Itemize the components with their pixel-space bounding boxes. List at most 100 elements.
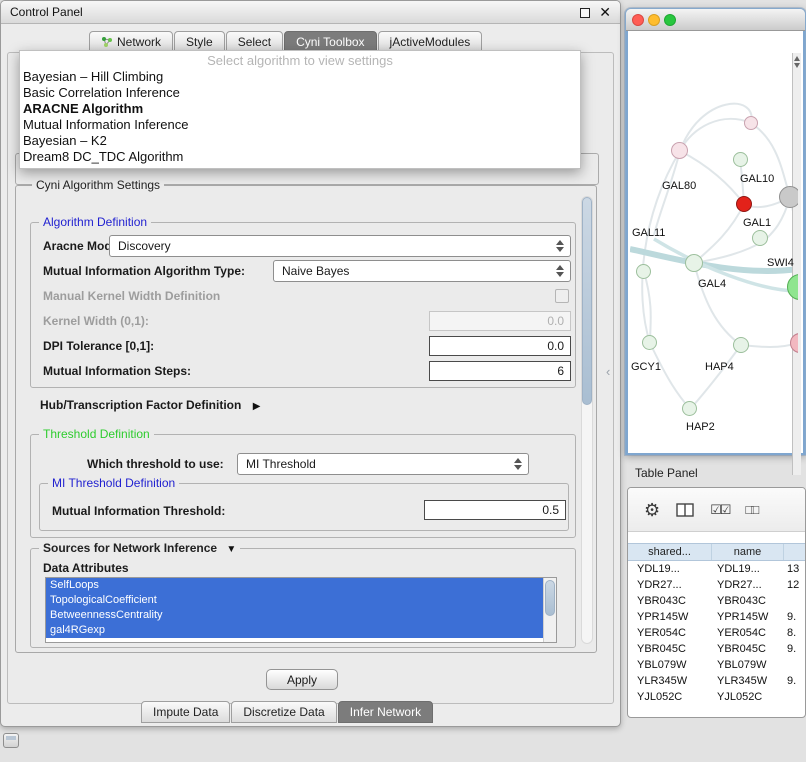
hub-definition-toggle[interactable]: Hub/Transcription Factor Definition ▶ [40, 398, 260, 412]
close-panel-icon[interactable]: ✕ [599, 4, 611, 20]
attribute-item[interactable]: BetweennessCentrality [46, 608, 544, 623]
algorithm-option[interactable]: Bayesian – Hill Climbing [20, 69, 580, 85]
apply-button[interactable]: Apply [266, 669, 338, 690]
list-scrollbar[interactable] [543, 578, 556, 642]
algorithm-option[interactable]: Dream8 DC_TDC Algorithm [20, 149, 580, 165]
table-row[interactable]: YBR043C YBR043C [628, 593, 805, 609]
mi-type-select[interactable]: Naive Bayes [273, 260, 571, 282]
selected-value: Discovery [118, 239, 171, 253]
tab-discretize-data[interactable]: Discretize Data [231, 701, 336, 723]
table-row[interactable]: YLR345W YLR345W 9. [628, 673, 805, 689]
network-node[interactable] [636, 264, 651, 279]
minimized-panel-icon[interactable] [3, 733, 19, 748]
mi-threshold-field[interactable]: 0.5 [424, 500, 566, 520]
dpi-tolerance-field[interactable]: 0.0 [429, 336, 571, 356]
cell: YBR043C [628, 595, 712, 607]
algorithm-option[interactable]: Mutual Information Inference [20, 117, 580, 133]
tab-label: Style [186, 32, 213, 52]
spinner-arrows-icon [554, 236, 566, 256]
algorithm-option[interactable]: Bayesian – K2 [20, 133, 580, 149]
column-header-shared-name[interactable]: shared... [628, 544, 712, 560]
tab-label: Cyni Toolbox [296, 32, 364, 52]
node-label: GAL4 [698, 278, 726, 290]
minimize-window-icon[interactable] [648, 14, 660, 26]
cell: YBR045C [628, 643, 712, 655]
gear-icon[interactable]: ⚙ [644, 501, 660, 519]
node-label: GAL80 [662, 180, 696, 192]
attribute-item[interactable]: gal4RGexp [46, 623, 544, 638]
scroll-down-icon[interactable] [794, 63, 800, 68]
control-panel-titlebar: Control Panel ✕ [1, 1, 620, 24]
column-header-name[interactable]: name [712, 544, 784, 560]
scrollbar-thumb[interactable] [582, 197, 592, 405]
settings-scrollbar[interactable] [581, 196, 593, 644]
table-toolbar: ⚙ ☑☑ □□ [628, 488, 805, 532]
aracne-mode-select[interactable]: Discovery [109, 235, 571, 257]
table-row[interactable]: YDR27... YDR27... 12 [628, 577, 805, 593]
sources-title: Sources for Network Inference [43, 541, 217, 555]
cell: 12 [784, 579, 805, 591]
cell: 9. [784, 643, 805, 655]
select-all-icon[interactable]: ☑☑ [710, 502, 729, 518]
table-row[interactable]: YBR045C YBR045C 9. [628, 641, 805, 657]
node-label: HAP4 [705, 361, 734, 373]
close-window-icon[interactable] [632, 14, 644, 26]
table-row[interactable]: YDL19... YDL19... 13 [628, 561, 805, 577]
algorithm-option[interactable]: Basic Correlation Inference [20, 85, 580, 101]
sources-toggle[interactable]: Sources for Network Inference ▼ [39, 541, 240, 555]
network-node-hap4[interactable] [733, 337, 749, 353]
data-attributes-label: Data Attributes [43, 561, 129, 575]
data-attributes-list: SelfLoops TopologicalCoefficient Between… [45, 577, 557, 643]
show-columns-icon[interactable] [676, 503, 694, 517]
field-value: 0.0 [547, 314, 564, 328]
algorithm-option-selected[interactable]: ARACNE Algorithm [20, 101, 580, 117]
which-threshold-select[interactable]: MI Threshold [237, 453, 529, 475]
table-row[interactable]: YPR145W YPR145W 9. [628, 609, 805, 625]
attribute-item[interactable]: SelfLoops [46, 578, 544, 593]
network-node[interactable] [685, 254, 703, 272]
table-row[interactable]: YBL079W YBL079W [628, 657, 805, 673]
mi-steps-field[interactable]: 6 [429, 361, 571, 381]
kernel-width-field[interactable]: 0.0 [429, 311, 571, 331]
node-label: GCY1 [631, 361, 661, 373]
network-node-gal80[interactable] [671, 142, 688, 159]
field-value: 0.5 [542, 503, 559, 517]
network-node-gal10[interactable] [736, 196, 752, 212]
cell: 13 [784, 563, 805, 575]
node-label: GAL11 [632, 227, 665, 239]
scroll-up-icon[interactable] [794, 56, 800, 61]
tab-impute-data[interactable]: Impute Data [141, 701, 230, 723]
unselect-all-icon[interactable]: □□ [745, 502, 757, 517]
tab-label: Impute Data [153, 702, 218, 722]
network-canvas: GAL80 GAL10 GAL11 GAL1 SWI4 GAL4 GCY1 HA… [630, 53, 798, 475]
panel-collapse-icon[interactable]: ‹ [606, 364, 610, 379]
table-row[interactable]: YJL052C YJL052C [628, 689, 805, 701]
network-node[interactable] [744, 116, 758, 130]
manual-kernel-checkbox[interactable] [555, 289, 569, 303]
algorithm-dropdown-list: Select algorithm to view settings Bayesi… [19, 50, 581, 169]
tab-infer-network[interactable]: Infer Network [338, 701, 433, 723]
network-node-gcy1[interactable] [642, 335, 657, 350]
node-label: GAL10 [740, 173, 774, 185]
bottom-tabs: Impute Data Discretize Data Infer Networ… [141, 701, 434, 723]
group-title: Algorithm Definition [39, 215, 151, 229]
cell: YDL19... [628, 563, 712, 575]
table-body: YDL19... YDL19... 13 YDR27... YDR27... 1… [628, 561, 805, 701]
float-panel-icon[interactable] [580, 8, 590, 18]
scrollbar-thumb[interactable] [545, 580, 555, 616]
table-row[interactable]: YER054C YER054C 8. [628, 625, 805, 641]
network-node-hap2[interactable] [682, 401, 697, 416]
network-node-gal1[interactable] [752, 230, 768, 246]
zoom-window-icon[interactable] [664, 14, 676, 26]
kernel-width-label: Kernel Width (0,1): [43, 314, 149, 328]
column-header-partial[interactable] [784, 544, 805, 560]
cell: 9. [784, 611, 805, 623]
attribute-item[interactable]: TopologicalCoefficient [46, 593, 544, 608]
cell: YDR27... [628, 579, 712, 591]
network-node[interactable] [733, 152, 748, 167]
table-panel-title: Table Panel [635, 466, 698, 480]
cell: YBR045C [712, 643, 784, 655]
network-icon [101, 36, 113, 48]
cell: YBL079W [628, 659, 712, 671]
network-node[interactable] [779, 186, 798, 208]
